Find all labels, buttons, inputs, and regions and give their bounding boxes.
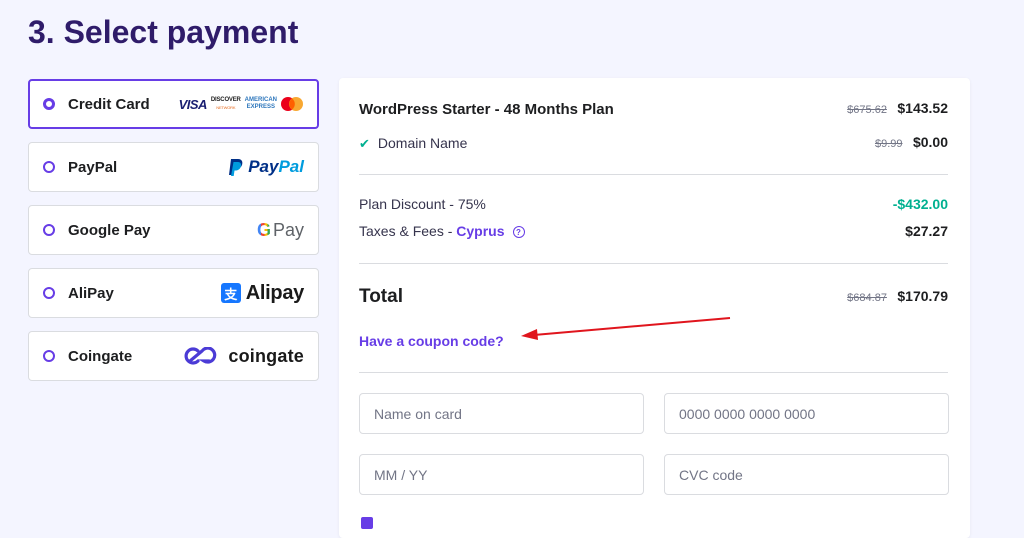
taxes-label-group: Taxes & Fees - Cyprus?	[359, 223, 525, 239]
paypal-wordmark: PayPal	[248, 157, 304, 177]
domain-label: Domain Name	[377, 134, 468, 151]
total-old-price: $684.87	[847, 292, 887, 304]
amex-logo-line1: AMERICAN	[244, 97, 277, 103]
discover-logo-text: DISCOVER	[210, 97, 241, 103]
taxes-country: Cyprus	[456, 223, 505, 239]
google-pay-logo: G Pay	[257, 220, 304, 241]
discover-logo-icon: DISCOVER NETWORK	[211, 97, 241, 111]
domain-old-price: $9.99	[874, 138, 903, 150]
mastercard-logo-icon	[281, 97, 303, 111]
paypal-logo: PayPal	[228, 157, 304, 177]
divider	[359, 263, 948, 264]
taxes-row: Taxes & Fees - Cyprus? $27.27	[359, 223, 948, 239]
card-number-input[interactable]	[664, 393, 949, 434]
plan-name: WordPress Starter - 48 Months Plan	[359, 100, 614, 118]
total-label: Total	[359, 286, 403, 307]
domain-price-group: $9.99 $0.00	[875, 134, 948, 152]
visa-logo-icon: VISA	[178, 96, 208, 112]
discount-value: -$432.00	[892, 196, 948, 212]
payment-option-paypal[interactable]: PayPal PayPal	[28, 142, 319, 192]
checkbox[interactable]	[361, 517, 373, 529]
radio-icon[interactable]	[43, 350, 55, 362]
payment-option-alipay[interactable]: AliPay 支 Alipay	[28, 268, 319, 318]
alipay-mark-icon: 支	[220, 283, 241, 303]
coingate-wordmark: coingate	[228, 345, 304, 366]
discover-logo-subtext: NETWORK	[216, 105, 236, 110]
total-price-group: $684.87 $170.79	[847, 288, 948, 306]
divider	[359, 174, 948, 175]
alipay-logo: 支 Alipay	[220, 281, 305, 305]
plan-price: $143.52	[897, 100, 948, 116]
alipay-wordmark: Alipay	[245, 281, 305, 304]
divider	[359, 372, 948, 373]
domain-row: ✔ Domain Name $9.99 $0.00	[359, 134, 948, 152]
payment-methods: Credit Card VISA DISCOVER NETWORK AMERIC…	[28, 79, 319, 394]
taxes-value: $27.27	[905, 223, 948, 239]
payment-option-label: AliPay	[68, 284, 114, 302]
total-price: $170.79	[897, 288, 948, 304]
expiry-date-input[interactable]	[359, 454, 644, 495]
discount-label: Plan Discount - 75%	[359, 196, 486, 212]
radio-icon[interactable]	[43, 224, 55, 236]
payment-option-label: PayPal	[68, 158, 118, 176]
paypal-word-pay: Pay	[248, 157, 279, 176]
card-logos: VISA DISCOVER NETWORK AMERICAN EXPRESS	[179, 97, 303, 112]
total-row: Total $684.87 $170.79	[359, 286, 948, 308]
domain-price: $0.00	[912, 134, 948, 150]
payment-option-coingate[interactable]: Coingate coingate	[28, 331, 319, 381]
radio-selected-icon[interactable]	[43, 98, 55, 110]
taxes-label: Taxes & Fees -	[359, 223, 457, 239]
coingate-logo: coingate	[184, 346, 304, 367]
radio-icon[interactable]	[43, 287, 55, 299]
payment-option-label: Coingate	[68, 347, 133, 365]
help-circle-icon[interactable]: ?	[512, 226, 525, 239]
radio-icon[interactable]	[43, 161, 55, 173]
plan-price-group: $675.62 $143.52	[847, 100, 948, 118]
discount-row: Plan Discount - 75% -$432.00	[359, 196, 948, 212]
google-g-icon: G	[256, 219, 271, 240]
google-pay-wordmark: Pay	[272, 219, 304, 240]
paypal-word-pal: Pal	[278, 157, 304, 176]
coingate-mark-icon	[184, 347, 217, 365]
paypal-p-icon	[229, 158, 243, 176]
payment-option-credit-card[interactable]: Credit Card VISA DISCOVER NETWORK AMERIC…	[28, 79, 319, 129]
amex-logo-line2: EXPRESS	[246, 104, 275, 110]
domain-label-group: ✔ Domain Name	[359, 135, 467, 152]
amex-logo-icon: AMERICAN EXPRESS	[245, 97, 277, 111]
cvc-code-input[interactable]	[664, 454, 949, 495]
page-title: 3. Select payment	[28, 14, 299, 50]
plan-row: WordPress Starter - 48 Months Plan $675.…	[359, 100, 948, 118]
payment-option-google-pay[interactable]: Google Pay G Pay	[28, 205, 319, 255]
payment-option-label: Google Pay	[68, 221, 151, 239]
name-on-card-input[interactable]	[359, 393, 644, 434]
order-summary-card: WordPress Starter - 48 Months Plan $675.…	[339, 78, 970, 538]
checkmark-icon: ✔	[359, 135, 370, 151]
payment-option-label: Credit Card	[68, 95, 150, 113]
coupon-code-link[interactable]: Have a coupon code?	[359, 333, 504, 349]
plan-old-price: $675.62	[847, 104, 887, 116]
